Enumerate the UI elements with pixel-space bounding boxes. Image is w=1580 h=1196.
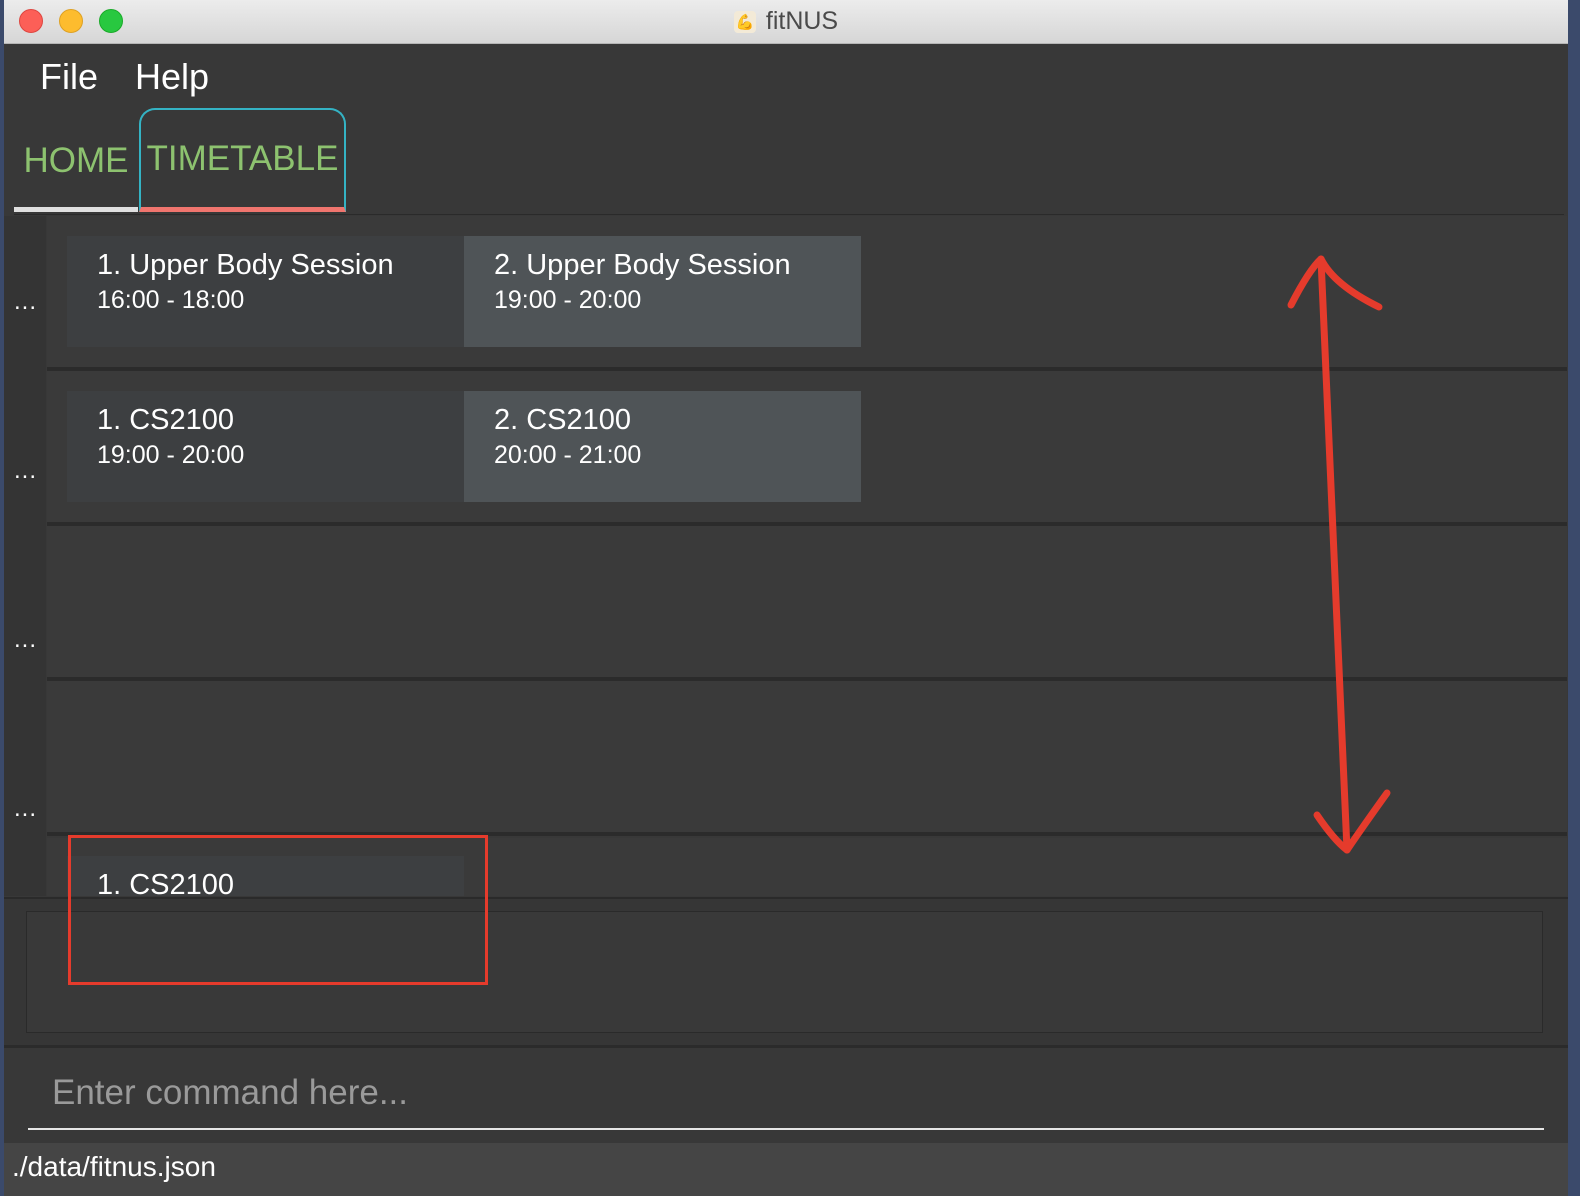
app-window: 💪 fitNUS File Help HOME TIMETABLE ... ..… [4,0,1568,1196]
row-gutter: ... ... ... ... [4,216,46,896]
command-box [4,1045,1568,1143]
tab-home[interactable]: HOME [14,108,138,212]
app-icon: 💪 [733,10,756,33]
slot-time: 19:00 - 20:00 [494,286,642,314]
timetable-slot[interactable]: 1. CS2100 19:00 - 20:00 [67,391,464,502]
slot-time: 16:00 - 18:00 [97,286,245,314]
double-arrow-annotation [1287,255,1391,854]
slot-name: 1. CS2100 [97,404,235,436]
slot-name: 2. Upper Body Session [494,249,791,281]
window-title: fitNUS [765,7,839,35]
timetable-slot[interactable]: 1. Upper Body Session 16:00 - 18:00 [67,236,464,347]
status-bar: ./data/fitnus.json [4,1143,1568,1196]
timetable-slot[interactable]: 2. CS2100 20:00 - 21:00 [464,391,861,502]
menu-file[interactable]: File [40,56,98,98]
timetable-slot[interactable]: 2. Upper Body Session 19:00 - 20:00 [464,236,861,347]
slot-time: 19:00 - 20:00 [97,441,245,469]
command-input[interactable] [28,1058,1544,1130]
row-expand-ellipsis[interactable]: ... [14,288,37,316]
menu-bar: File Help [4,44,1568,110]
save-location-path: ./data/fitnus.json [12,1151,216,1182]
row-expand-ellipsis[interactable]: ... [14,626,37,654]
tab-bar: HOME TIMETABLE [14,108,1564,215]
row-expand-ellipsis[interactable]: ... [14,457,37,485]
slot-name: 1. Upper Body Session [97,249,394,281]
title-bar: 💪 fitNUS [4,0,1568,44]
slot-name: 2. CS2100 [494,404,632,436]
highlight-box-annotation [68,835,488,985]
slot-time: 20:00 - 21:00 [494,441,642,469]
tab-timetable[interactable]: TIMETABLE [139,108,346,212]
menu-help[interactable]: Help [135,56,209,98]
row-expand-ellipsis[interactable]: ... [14,795,37,823]
